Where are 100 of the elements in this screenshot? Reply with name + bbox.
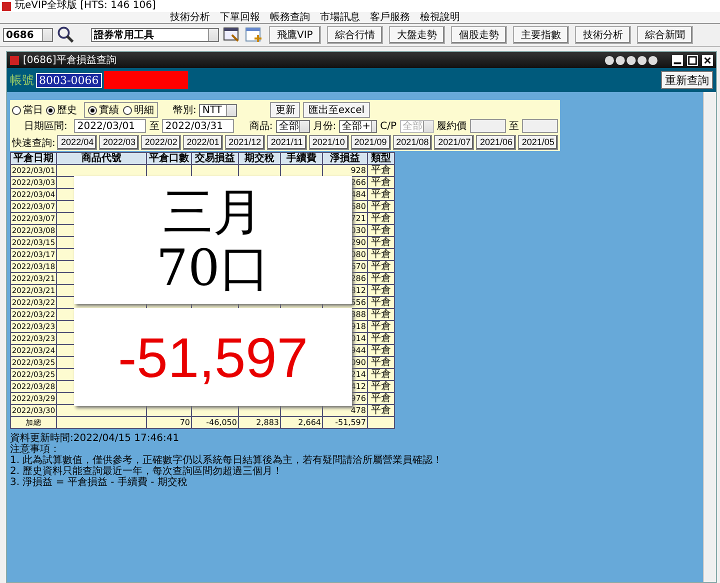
date-from-field[interactable]: 2022/03/01 [74, 119, 146, 133]
overlay-text: 70口 [156, 240, 270, 296]
search-icon[interactable] [57, 26, 75, 44]
date-to-field[interactable]: 2022/03/31 [162, 119, 234, 133]
table-cell: 928 [350, 166, 366, 175]
date-range-label: 日期區間: [24, 120, 68, 133]
toolbar-button[interactable]: 主要指數 [512, 26, 569, 44]
quick-query-button[interactable]: 2021/06 [476, 135, 516, 150]
quick-query-button[interactable]: 2021/08 [392, 135, 432, 150]
table-cell: 412 [350, 382, 366, 391]
radio-option[interactable]: 實績 [88, 103, 119, 117]
table-cell: 2,664 [298, 418, 321, 427]
export-button[interactable]: 匯出至excel [303, 102, 370, 118]
radio-option[interactable]: 當日 [12, 103, 43, 117]
quick-query-button[interactable]: 2021/09 [350, 135, 390, 150]
note-text: 資料更新時間:2022/04/15 17:46:41 [10, 433, 180, 444]
table-cell: 平倉 [371, 357, 391, 368]
month-label: 月份: [312, 120, 336, 133]
table-cell: 平倉 [371, 345, 391, 356]
table-cell: 556 [350, 298, 366, 307]
table-cell: -51,597 [335, 418, 366, 427]
month-select[interactable]: 全部+ [339, 120, 378, 132]
table-cell: 平倉 [371, 381, 391, 392]
window-icon[interactable] [223, 26, 241, 44]
stock-code-select[interactable]: 0686 [3, 28, 53, 42]
quick-query-button[interactable]: 2021/07 [434, 135, 474, 150]
tool-select[interactable]: 證券常用工具 [91, 28, 219, 42]
scrollbar[interactable] [703, 92, 716, 582]
table-cell: 266 [350, 178, 366, 187]
menu-item[interactable]: 帳務查詢 [270, 12, 310, 23]
toolbar-button[interactable]: 綜合行情 [326, 26, 383, 44]
table-cell: 平倉 [371, 393, 391, 404]
radio-option[interactable]: 明細 [123, 103, 154, 117]
minimize-icon[interactable] [672, 54, 683, 66]
toolbar-button[interactable]: 飛鷹VIP [269, 26, 321, 44]
table-cell: 484 [350, 190, 366, 199]
quick-query-button[interactable]: 2021/05 [518, 135, 558, 150]
quick-query-button[interactable]: 2022/02 [141, 135, 182, 150]
menu-item[interactable]: 市場訊息 [320, 12, 360, 23]
requery-button[interactable]: 重新查詢 [661, 71, 713, 89]
currency-label: 幣別: [173, 104, 196, 117]
table-cell: 478 [350, 406, 366, 415]
table-cell: 286 [350, 274, 366, 283]
quick-query-button[interactable]: 2021/10 [308, 135, 349, 150]
maximize-icon[interactable] [687, 54, 698, 66]
table-cell: 平倉 [371, 369, 391, 380]
strike-to-label: 至 [508, 120, 519, 133]
add-window-icon[interactable] [245, 26, 263, 44]
quick-query-button[interactable]: 2021/12 [224, 135, 265, 150]
date-to-label: 至 [149, 120, 160, 133]
table-cell: 214 [350, 370, 366, 379]
table-cell: 平倉 [371, 249, 391, 260]
toolbar-button[interactable]: 大盤走勢 [388, 26, 445, 44]
table-cell: 平倉 [371, 261, 391, 272]
account-label: 帳號 [10, 72, 34, 88]
quick-query-label: 快速查詢: [12, 136, 56, 150]
table-cell: 2,883 [256, 418, 279, 427]
menu-item[interactable]: 檢視說明 [420, 12, 460, 23]
app-title: 玩eVIP全球版 [HTS: 146 106] [15, 0, 156, 12]
table-cell: 平倉 [371, 177, 391, 188]
refresh-button[interactable]: 更新 [270, 102, 300, 118]
table-cell: 平倉 [371, 321, 391, 332]
currency-select[interactable]: NTT [199, 104, 238, 116]
menu-item[interactable]: 客戶服務 [370, 12, 410, 23]
table-cell: 平倉 [371, 201, 391, 212]
menu-item[interactable]: 技術分析 [170, 12, 210, 23]
close-icon[interactable] [702, 54, 713, 66]
quick-query-button[interactable]: 2021/11 [266, 135, 307, 150]
table-cell: 平倉 [371, 309, 391, 320]
table-cell: 平倉 [371, 189, 391, 200]
table-cell: 平倉 [371, 225, 391, 236]
strike-to-field[interactable] [522, 119, 558, 133]
table-cell: 平倉 [371, 165, 391, 176]
overlay-text: 三月 [163, 184, 263, 240]
quick-query-button[interactable]: 2022/01 [183, 135, 223, 150]
product-label: 商品: [249, 120, 273, 133]
table-cell: 平倉 [371, 297, 391, 308]
table-cell: 平倉 [371, 237, 391, 248]
app-icon [2, 2, 11, 10]
toolbar-button[interactable]: 技術分析 [574, 26, 631, 44]
table-cell: 290 [350, 238, 366, 247]
strike-label: 履約價 [436, 120, 467, 133]
note-text: 注意事項： [10, 444, 61, 455]
quick-query-button[interactable]: 2022/04 [57, 135, 98, 150]
toolbar-button[interactable]: 個股走勢 [450, 26, 507, 44]
quick-query-button[interactable]: 2022/03 [99, 135, 140, 150]
strike-from-field[interactable] [470, 119, 506, 133]
table-cell: 平倉 [371, 405, 391, 416]
table-cell: 平倉 [371, 273, 391, 284]
note-text: 1. 此為試算數值，僅供參考，正確數字仍以系統每日結算後為主，若有疑問請洽所屬營業員確認！ [10, 455, 443, 466]
overlay-text: -51,597 [118, 324, 308, 390]
note-text: 2. 歷史資料只能查詢最近一年，每次查詢區間勿超過三個月！ [10, 466, 284, 477]
radio-option[interactable]: 歷史 [46, 103, 77, 117]
menu-item[interactable]: 下單回報 [220, 12, 260, 23]
table-cell: 平倉 [371, 213, 391, 224]
account-number: 8003-0066 [36, 72, 102, 88]
table-cell: -46,050 [206, 418, 237, 427]
table-cell: 70 [180, 418, 190, 427]
toolbar-button[interactable]: 綜合新聞 [636, 26, 693, 44]
product-select[interactable]: 全部 [276, 120, 310, 132]
